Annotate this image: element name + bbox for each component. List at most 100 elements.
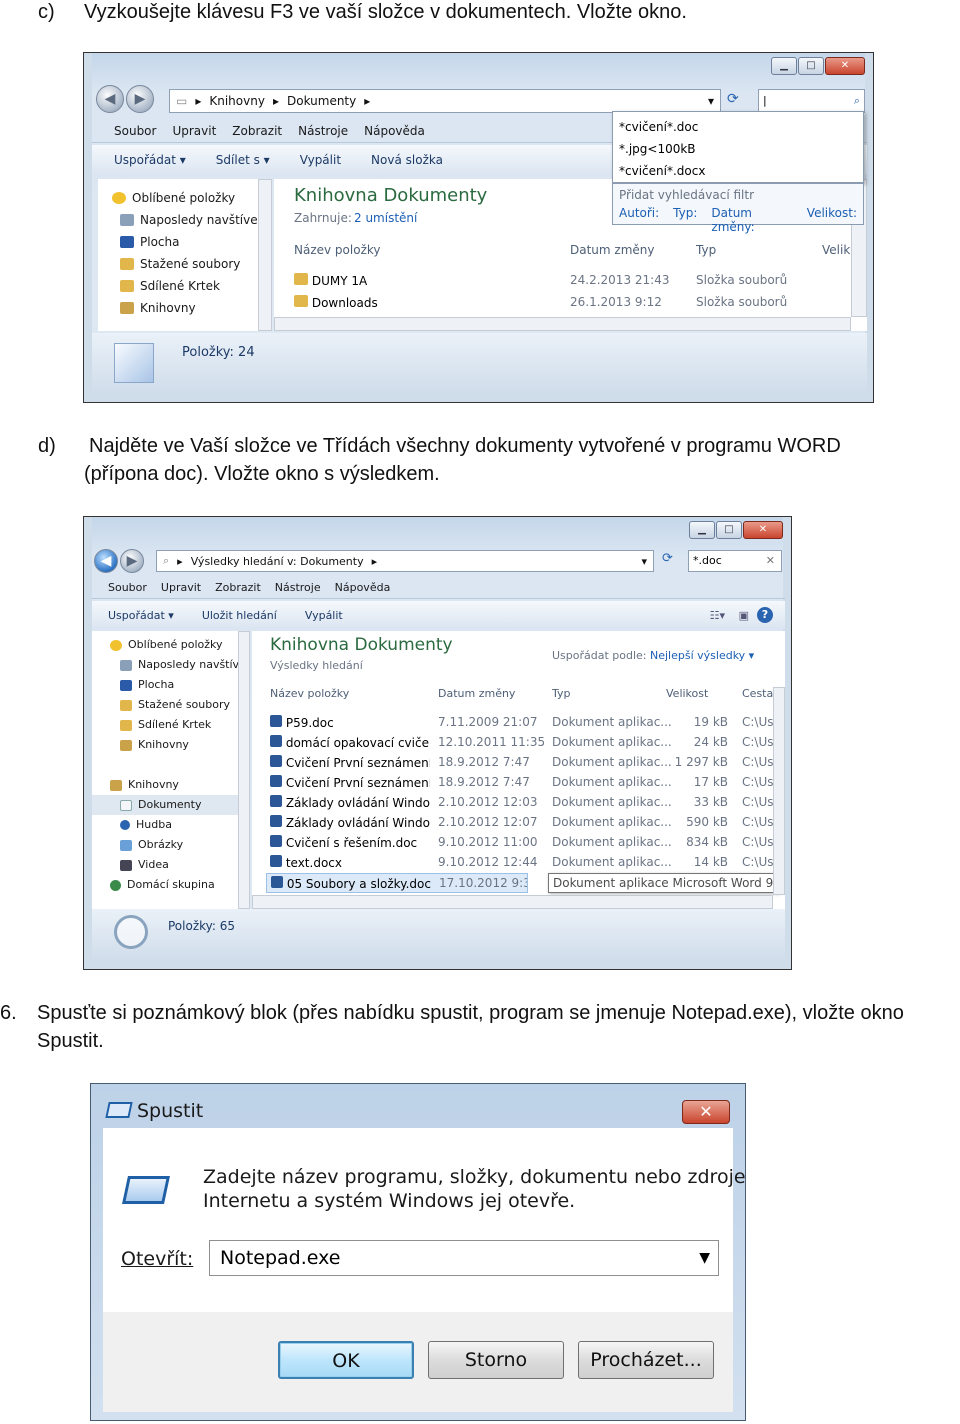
cmd-ulozit-hledani[interactable]: Uložit hledání — [202, 609, 277, 622]
column-header-name[interactable]: Název položky — [270, 687, 349, 700]
nav-item-sdilene[interactable]: Sdílené Krtek — [92, 715, 238, 735]
close-button[interactable]: ✕ — [743, 521, 783, 539]
menu-nastroje[interactable]: Nástroje — [298, 124, 348, 138]
nav-scrollbar[interactable] — [258, 179, 272, 331]
breadcrumb-dokumenty[interactable]: Dokumenty — [287, 94, 356, 108]
filter-autori[interactable]: Autoři: — [619, 206, 659, 234]
table-row[interactable]: Základy ovládání Windo... — [270, 795, 430, 810]
nav-item-knihovny[interactable]: Knihovny — [98, 297, 258, 319]
breadcrumb-knihovny[interactable]: Knihovny — [209, 94, 265, 108]
nav-item-dokumenty[interactable]: Dokumenty — [92, 795, 238, 815]
list-item[interactable]: Downloads — [294, 295, 378, 310]
address-bar[interactable]: ⌕ ▸ Výsledky hledání v: Dokumenty ▸ ▾ — [156, 550, 654, 572]
menu-soubor[interactable]: Soubor — [114, 124, 156, 138]
column-header-type[interactable]: Typ — [696, 243, 716, 257]
nav-item-knihovny[interactable]: Knihovny — [92, 775, 238, 795]
menu-zobrazit[interactable]: Zobrazit — [232, 124, 282, 138]
search-input[interactable]: *.doc ✕ — [688, 550, 782, 572]
table-row[interactable]: P59.doc — [270, 715, 430, 730]
address-bar[interactable]: ▭ ▸ Knihovny ▸ Dokumenty ▸ ▾ — [169, 89, 721, 113]
help-icon[interactable]: ? — [757, 607, 773, 623]
column-header-date[interactable]: Datum změny — [570, 243, 655, 257]
nav-item-naposledy[interactable]: Naposledy navštíve — [92, 655, 238, 675]
arrange-by-select[interactable]: Nejlepší výsledky ▾ — [650, 649, 754, 662]
table-row[interactable]: Cvičení První seznámení ... — [270, 775, 430, 790]
nav-item-stazene[interactable]: Stažené soubory — [98, 253, 258, 275]
refresh-icon[interactable]: ⟳ — [662, 551, 673, 566]
cmd-vypalit[interactable]: Vypálit — [300, 153, 341, 167]
search-input[interactable]: | ⌕ — [758, 89, 865, 113]
back-icon[interactable]: ◀ — [96, 85, 124, 113]
close-button[interactable]: ✕ — [682, 1100, 730, 1124]
browse-button[interactable]: Procházet... — [578, 1341, 714, 1379]
horizontal-scrollbar[interactable] — [274, 317, 851, 331]
cmd-usporadat[interactable]: Uspořádat ▾ — [114, 153, 186, 167]
cancel-button[interactable]: Storno — [428, 1341, 564, 1379]
vertical-scrollbar[interactable] — [773, 687, 785, 895]
clear-search-icon[interactable]: ✕ — [766, 551, 775, 571]
menu-napoveda[interactable]: Nápověda — [335, 581, 391, 594]
nav-item-knihovny-fav[interactable]: Knihovny — [92, 735, 238, 755]
nav-item-hudba[interactable]: Hudba — [92, 815, 238, 835]
table-row[interactable]: Cvičení První seznámení ... — [270, 755, 430, 770]
table-row[interactable]: Základy ovládání Windo... — [270, 815, 430, 830]
suggestion-item[interactable]: *cvičení*.doc — [619, 116, 857, 138]
nav-item-sdilene[interactable]: Sdílené Krtek — [98, 275, 258, 297]
nav-item-plocha[interactable]: Plocha — [98, 231, 258, 253]
ok-button[interactable]: OK — [278, 1341, 414, 1379]
chevron-down-icon[interactable]: ▾ — [641, 555, 647, 568]
nav-item-videa[interactable]: Videa — [92, 855, 238, 875]
chevron-down-icon[interactable]: ▼ — [699, 1241, 710, 1275]
preview-pane-icon[interactable]: ▣ — [739, 609, 749, 622]
table-row[interactable]: Cvičení s řešením.doc — [270, 835, 430, 850]
breadcrumb-search-results[interactable]: Výsledky hledání v: Dokumenty — [191, 555, 364, 568]
nav-item-plocha[interactable]: Plocha — [92, 675, 238, 695]
cmd-usporadat[interactable]: Uspořádat ▾ — [108, 609, 174, 622]
column-header-date[interactable]: Datum změny — [438, 687, 515, 700]
maximize-button[interactable]: □ — [716, 521, 742, 539]
column-header-size[interactable]: Velikost — [666, 687, 708, 700]
column-header-name[interactable]: Název položky — [294, 243, 380, 257]
nav-item-obrazky[interactable]: Obrázky — [92, 835, 238, 855]
chevron-down-icon[interactable]: ▾ — [708, 94, 714, 108]
forward-icon[interactable]: ▶ — [126, 85, 154, 113]
filter-velikost[interactable]: Velikost: — [807, 206, 857, 234]
nav-item-oblibene[interactable]: Oblíbené položky — [92, 635, 238, 655]
nav-item-stazene[interactable]: Stažené soubory — [92, 695, 238, 715]
minimize-button[interactable]: ▁ — [771, 57, 797, 75]
cmd-nova-slozka[interactable]: Nová složka — [371, 153, 443, 167]
nav-item-naposledy[interactable]: Naposledy navštíve — [98, 209, 258, 231]
forward-icon[interactable]: ▶ — [120, 549, 144, 573]
table-row[interactable]: text.docx — [270, 855, 430, 870]
nav-item-domaci-skupina[interactable]: Domácí skupina — [92, 875, 238, 895]
list-item[interactable]: DUMY 1A — [294, 273, 367, 288]
nav-item-oblibene[interactable]: Oblíbené položky — [98, 187, 258, 209]
menu-upravit[interactable]: Upravit — [161, 581, 201, 594]
filter-datum[interactable]: Datum změny: — [711, 206, 792, 234]
table-row[interactable]: domácí opakovací cvičen... — [270, 735, 430, 750]
maximize-button[interactable]: □ — [798, 57, 824, 75]
refresh-icon[interactable]: ⟳ — [727, 91, 739, 107]
open-combobox[interactable]: Notepad.exe ▼ — [209, 1240, 719, 1276]
menu-soubor[interactable]: Soubor — [108, 581, 147, 594]
view-options-icon[interactable]: ☷▾ — [710, 609, 725, 622]
suggestion-item[interactable]: *cvičení*.docx — [619, 160, 857, 182]
library-includes-link[interactable]: 2 umístění — [354, 211, 417, 225]
menu-upravit[interactable]: Upravit — [172, 124, 216, 138]
menu-napoveda[interactable]: Nápověda — [364, 124, 425, 138]
close-button[interactable]: ✕ — [825, 57, 865, 75]
back-icon[interactable]: ◀ — [94, 549, 118, 573]
menu-zobrazit[interactable]: Zobrazit — [215, 581, 261, 594]
menu-nastroje[interactable]: Nástroje — [275, 581, 321, 594]
column-header-size[interactable]: Velik — [822, 243, 850, 257]
nav-scrollbar[interactable] — [238, 631, 250, 909]
suggestion-item[interactable]: *.jpg<100kB — [619, 138, 857, 160]
table-row-selected[interactable]: 05 Soubory a složky.doc17.10.2012 9:36 — [266, 873, 528, 893]
minimize-button[interactable]: ▁ — [689, 521, 715, 539]
column-header-type[interactable]: Typ — [552, 687, 571, 700]
column-header-path[interactable]: Cesta — [742, 687, 773, 700]
filter-typ[interactable]: Typ: — [673, 206, 697, 234]
cmd-vypalit[interactable]: Vypálit — [305, 609, 343, 622]
cmd-sdilet[interactable]: Sdílet s ▾ — [216, 153, 270, 167]
horizontal-scrollbar[interactable] — [252, 895, 773, 909]
